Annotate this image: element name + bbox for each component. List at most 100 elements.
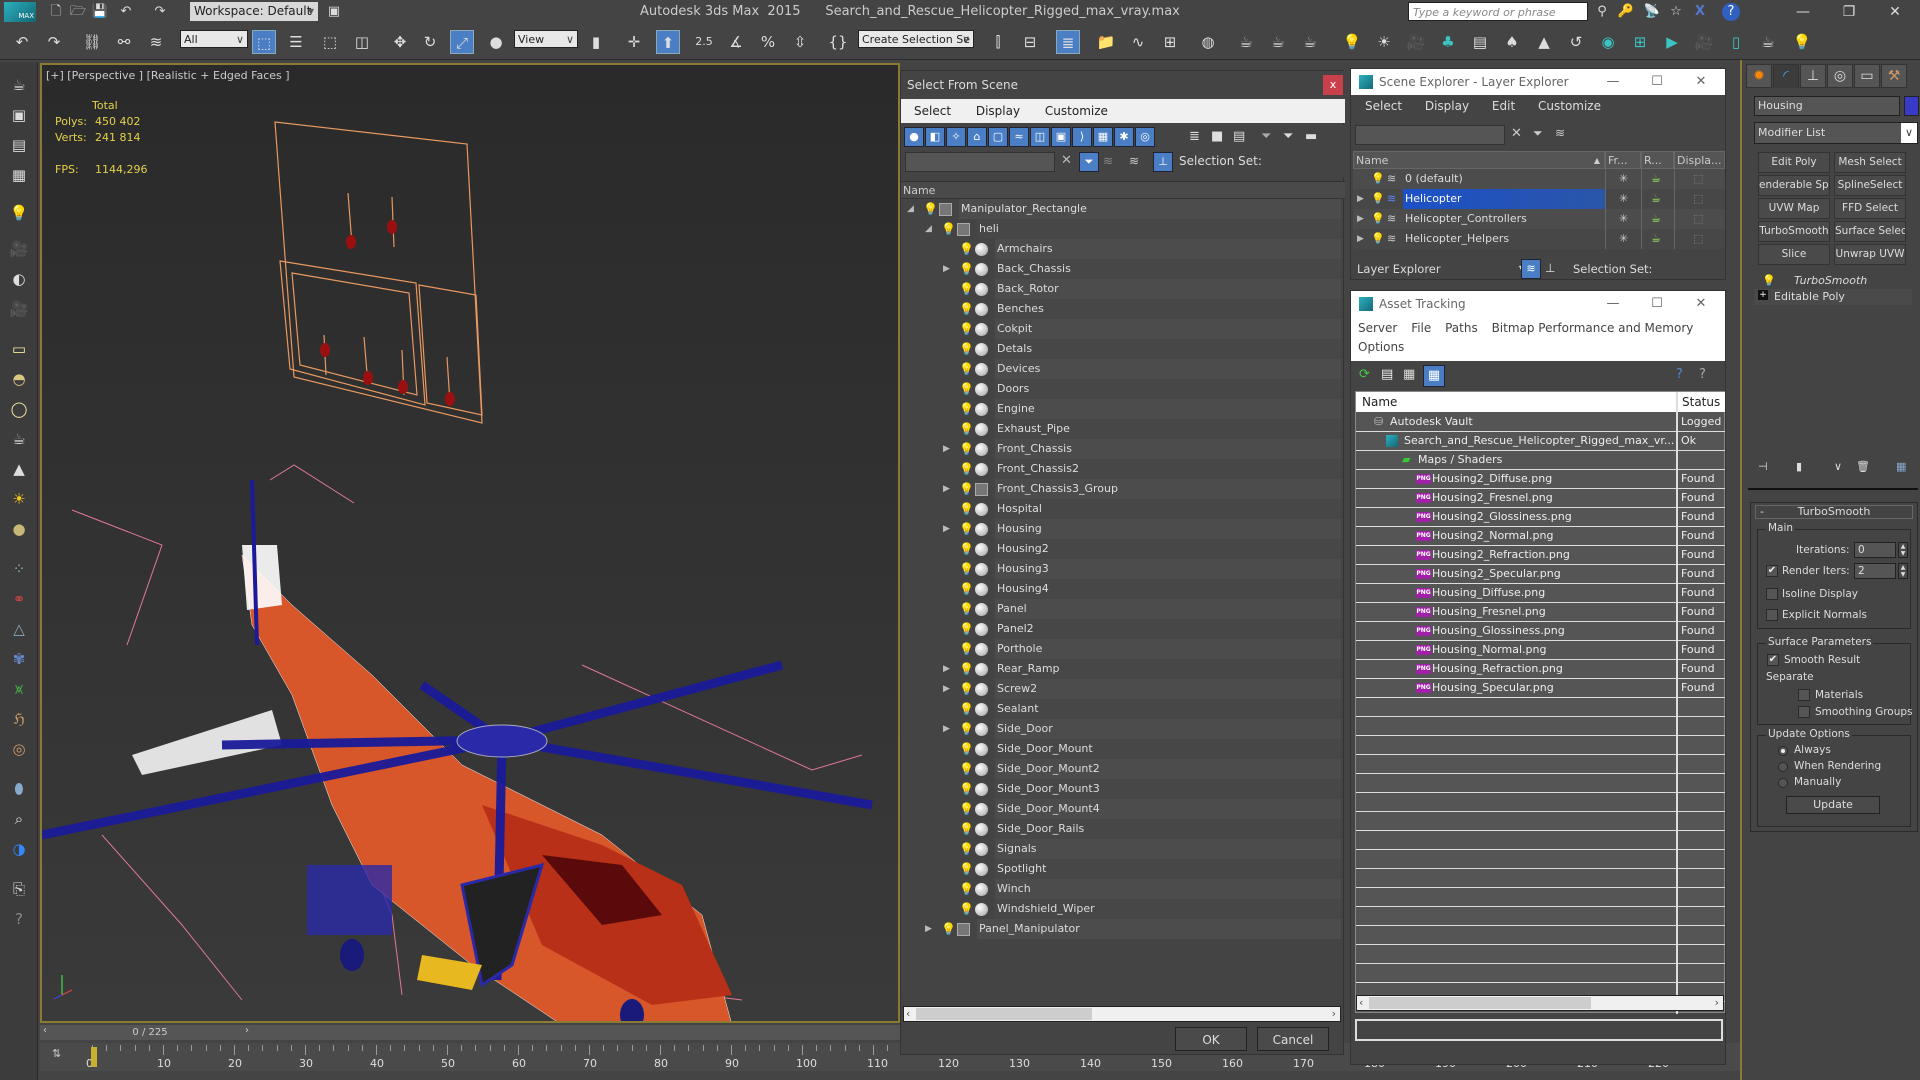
modifier-button[interactable]: Unwrap UVW — [1834, 244, 1906, 265]
sun-icon[interactable]: ☀ — [7, 488, 31, 510]
render-iters-spinner-arrows[interactable]: ▲ ▼ — [1898, 563, 1908, 579]
column-status[interactable]: Status — [1678, 392, 1725, 412]
close-button[interactable]: ✕ — [1872, 0, 1918, 24]
modifier-button[interactable]: Mesh Select — [1834, 152, 1906, 173]
tree-item[interactable]: 💡 Spotlight — [901, 859, 1341, 879]
tree-item[interactable]: 💡 Porthole — [901, 639, 1341, 659]
undo-icon[interactable]: ↶ — [10, 30, 34, 54]
visibility-bulb-icon[interactable]: 💡 — [941, 919, 956, 939]
modifier-button[interactable]: enderable Splir — [1758, 175, 1830, 196]
menu-options[interactable]: Options — [1358, 340, 1404, 354]
asset-row[interactable] — [1356, 926, 1725, 945]
render-window-icon[interactable]: ▣ — [7, 104, 31, 126]
clear-search-icon[interactable]: ✕ — [1511, 126, 1522, 141]
pin-stack-icon[interactable]: ⊣ — [1758, 460, 1768, 473]
material-editor-icon[interactable]: ◍ — [1196, 30, 1220, 54]
asset-row[interactable]: PNG Housing2_Normal.png Found — [1356, 527, 1725, 546]
minimize-button[interactable]: — — [1591, 291, 1635, 317]
asset-row[interactable]: Search_and_Rescue_Helicopter_Rigged_max_… — [1356, 432, 1725, 451]
asset-row[interactable]: PNG Housing2_Specular.png Found — [1356, 565, 1725, 584]
tree-item[interactable]: 💡 Cokpit — [901, 319, 1341, 339]
visibility-bulb-icon[interactable]: 💡 — [959, 419, 974, 439]
expand-icon[interactable]: ▶ — [1357, 189, 1364, 209]
horizontal-scrollbar[interactable]: ‹ › — [1356, 995, 1724, 1011]
hierarchy-tab-icon[interactable]: ⊥ — [1800, 64, 1826, 88]
column-display[interactable]: Displa... — [1674, 151, 1725, 169]
tree-item[interactable]: 💡 Housing2 — [901, 539, 1341, 559]
asset-row[interactable]: PNG Housing_Refraction.png Found — [1356, 660, 1725, 679]
cancel-button[interactable]: Cancel — [1257, 1027, 1329, 1051]
pyramid-icon[interactable]: △ — [7, 618, 31, 640]
new-file-icon[interactable]: 🗋 — [46, 3, 66, 21]
filter-xrefs-icon[interactable]: ▣ — [1051, 127, 1071, 147]
rectangular-selection-icon[interactable]: ⬚ — [318, 30, 342, 54]
camera-icon[interactable]: 🎥 — [7, 238, 31, 260]
curve-editor-toggle-icon[interactable]: ⇅ — [52, 1047, 72, 1067]
window-crossing-icon[interactable]: ◫ — [350, 30, 374, 54]
visibility-bulb-icon[interactable]: 💡 — [959, 899, 974, 919]
clear-search-icon[interactable]: ✕ — [1061, 153, 1072, 168]
column-renderable[interactable]: R... — [1641, 151, 1674, 169]
curve-editor-icon[interactable]: ∿ — [1126, 30, 1150, 54]
vray-light-icon[interactable]: 💡 — [1340, 30, 1364, 54]
visibility-bulb-icon[interactable]: 💡 — [941, 219, 956, 239]
freeze-icon[interactable]: ✳ — [1619, 229, 1628, 249]
visibility-bulb-icon[interactable]: 💡 — [959, 699, 974, 719]
asset-row[interactable]: PNG Housing_Diffuse.png Found — [1356, 584, 1725, 603]
scatter-icon[interactable]: ✾ — [7, 648, 31, 670]
reference-coord-dropdown[interactable]: View ∨ — [514, 30, 578, 48]
make-unique-icon[interactable]: ∨ — [1834, 460, 1842, 473]
asset-row[interactable] — [1356, 717, 1725, 736]
expand-icon[interactable]: ▶ — [1357, 229, 1364, 249]
satellite-icon[interactable]: 📡 — [1642, 3, 1662, 21]
asset-row[interactable] — [1356, 831, 1725, 850]
rollout-header[interactable]: - TurboSmooth — [1755, 505, 1913, 519]
keyboard-shortcut-toggle-icon[interactable]: ⬆ — [656, 30, 680, 54]
open-file-icon[interactable]: 🗁 — [68, 3, 88, 21]
tree-item[interactable]: 💡 Doors — [901, 379, 1341, 399]
vray-scatter-icon[interactable]: ▲ — [1532, 30, 1556, 54]
prev-frame-icon[interactable]: ‹ — [43, 1025, 47, 1036]
display-box-icon[interactable]: ⬚ — [1693, 169, 1703, 189]
filter-bones-icon[interactable]: ⟩ — [1072, 127, 1092, 147]
bind-space-warp-icon[interactable]: ≋ — [144, 30, 168, 54]
explorer-mode-dropdown[interactable]: Layer Explorer▼ — [1355, 259, 1525, 279]
plane-light-icon[interactable]: ▭ — [7, 338, 31, 360]
spot-light-icon[interactable]: ▲ — [7, 458, 31, 480]
asset-row[interactable]: PNG Housing_Fresnel.png Found — [1356, 603, 1725, 622]
visibility-bulb-icon[interactable]: 💡 — [959, 779, 974, 799]
visibility-bulb-icon[interactable]: 💡 — [959, 599, 974, 619]
asset-row[interactable] — [1356, 755, 1725, 774]
asset-row[interactable]: PNG Housing_Specular.png Found — [1356, 679, 1725, 698]
tree-item[interactable]: 💡 Side_Door_Rails — [901, 819, 1341, 839]
render-teapot-icon[interactable]: ☕ — [1651, 209, 1661, 229]
asset-row[interactable]: ▰ Maps / Shaders — [1356, 451, 1725, 470]
visibility-bulb-icon[interactable]: 💡 — [959, 439, 974, 459]
menu-display[interactable]: Display — [1425, 95, 1469, 113]
align-icon[interactable]: ⊟ — [1018, 30, 1042, 54]
sphere-icon[interactable]: ⬮ — [7, 778, 31, 800]
visibility-bulb-icon[interactable]: 💡 — [959, 319, 974, 339]
visibility-bulb-icon[interactable]: 💡 — [959, 499, 974, 519]
tree-item[interactable]: ▶ 💡 Front_Chassis3_Group — [901, 479, 1341, 499]
menu-display[interactable]: Display — [976, 99, 1020, 118]
filter-list-icon[interactable]: ▬ — [1305, 129, 1317, 144]
visibility-bulb-icon[interactable]: 💡 — [959, 239, 974, 259]
vray-panel-icon[interactable]: ▯ — [1724, 30, 1748, 54]
menu-bitmap-performance[interactable]: Bitmap Performance and Memory — [1492, 321, 1694, 335]
display-box-icon[interactable]: ⬚ — [1693, 209, 1703, 229]
display-box-icon[interactable]: ⬚ — [1693, 189, 1703, 209]
visibility-bulb-icon[interactable]: 💡 — [959, 459, 974, 479]
tree-item[interactable]: 💡 Housing4 — [901, 579, 1341, 599]
vray-tree-icon[interactable]: ♠ — [1500, 30, 1524, 54]
visibility-bulb-icon[interactable]: 💡 — [959, 559, 974, 579]
asset-row[interactable] — [1356, 774, 1725, 793]
create-tab-icon[interactable]: ✹ — [1746, 64, 1772, 88]
metaball-icon[interactable]: ⚭ — [7, 588, 31, 610]
vray-bulb-icon[interactable]: 💡 — [1790, 30, 1814, 54]
filter-helpers-icon[interactable]: ▢ — [988, 127, 1008, 147]
percent-snap-icon[interactable]: % — [756, 30, 780, 54]
radio-when-rendering[interactable] — [1778, 762, 1788, 772]
modifier-button[interactable]: UVW Map — [1758, 198, 1830, 219]
help-icon[interactable]: ? — [7, 908, 31, 930]
